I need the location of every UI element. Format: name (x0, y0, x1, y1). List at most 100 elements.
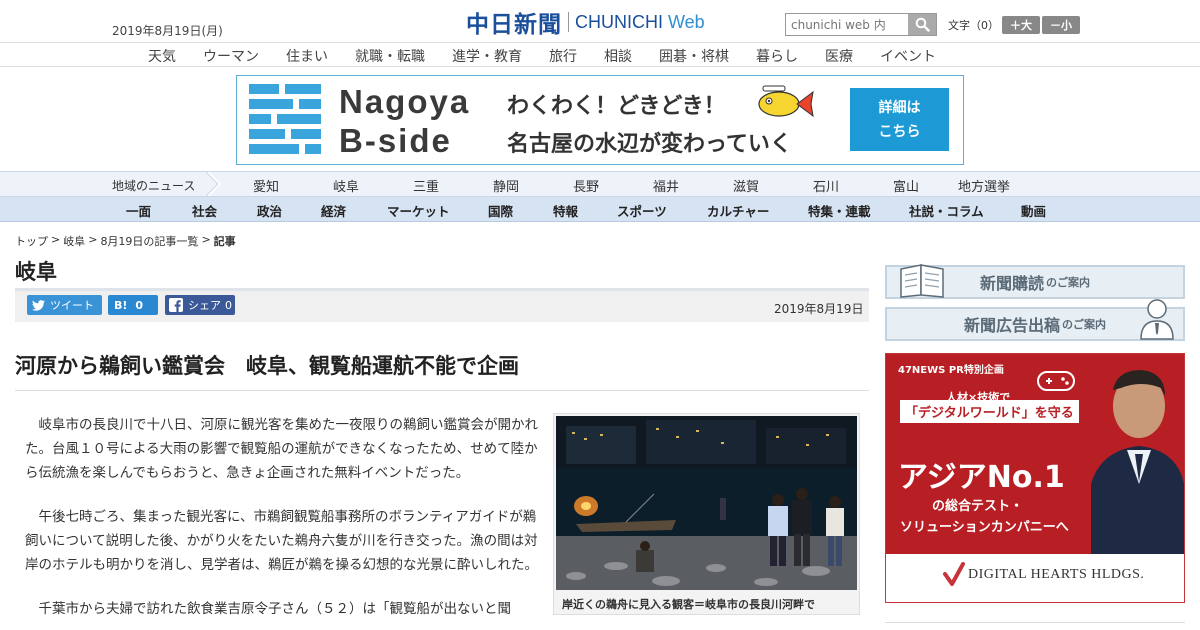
subscribe-sub-label: のご案内 (1046, 276, 1090, 289)
top-nav-item[interactable]: 旅行 (549, 46, 577, 66)
banner-cta-line2: こちら (878, 123, 921, 140)
facebook-icon (169, 298, 183, 312)
hatena-icon: B! (114, 298, 128, 312)
top-nav-list: 天気 ウーマン 住まい 就職・転職 進学・教育 旅行 相談 囲碁・将棋 暮らし 医療 イベント (148, 46, 963, 66)
logo-english: CHUNICHI (575, 11, 663, 32)
tweet-button[interactable]: ツイート (27, 295, 102, 315)
category-nav-item[interactable]: 政治 (257, 201, 282, 220)
breadcrumb-current: 記事 (213, 235, 236, 248)
ad-hero: 47NEWS PR特別企画 人材×技術で 「デジタルワールド」を守る アジアNo… (886, 354, 1184, 554)
region-nav-item[interactable]: 愛知 (253, 176, 279, 195)
article-headline: 河原から鵜飼い鑑賞会 岐阜、観覧船運航不能で企画 (15, 354, 519, 378)
category-nav-item[interactable]: 社会 (192, 201, 217, 220)
breadcrumb: トップ > 岐阜 > 8月19日の記事一覧 > 記事 (15, 233, 236, 249)
site-logo[interactable]: 中日新聞 CHUNICHI Web (466, 8, 705, 39)
hatena-count: 0 (135, 298, 144, 312)
category-nav-item[interactable]: 一面 (126, 201, 151, 220)
ad-line-4: の総合テスト・ (932, 499, 1024, 514)
ad-line-5: ソリューションカンパニーへ (900, 520, 1069, 535)
region-nav-item[interactable]: 石川 (813, 176, 839, 195)
category-nav-item[interactable]: カルチャー (707, 201, 769, 220)
breadcrumb-date-list[interactable]: 8月19日の記事一覧 (100, 233, 198, 249)
banner-logo-graphic (249, 84, 321, 154)
share-bar: ツイート B! 0 シェア 0 2019年8月19日 (15, 288, 869, 322)
category-nav-item[interactable]: 特報 (553, 201, 578, 220)
photo-caption: 岸近くの鵜舟に見入る観客＝岐阜市の長良川河畔で (562, 598, 815, 611)
ad-placement-sub-label: のご案内 (1062, 318, 1106, 331)
top-nav: 天気 ウーマン 住まい 就職・転職 進学・教育 旅行 相談 囲碁・将棋 暮らし 医療 イベント (0, 42, 1200, 67)
top-nav-item[interactable]: ウーマン (203, 46, 259, 66)
article-paragraph: 岐阜市の長良川で十八日、河原に観光客を集めた一夜限りの鵜飼い鑑賞会が開かれた。台… (25, 417, 538, 481)
search-input[interactable] (786, 14, 908, 35)
breadcrumb-separator: > (88, 233, 98, 246)
sidebar-divider (885, 622, 1185, 623)
cormorant-fishing-photo[interactable] (556, 416, 857, 590)
banner-cta-line1: 詳細は (878, 99, 921, 116)
article-body: 岐阜市の長良川で十八日、河原に観光客を集めた一夜限りの鵜飼い鑑賞会が開かれた。台… (25, 413, 545, 630)
banner-name-line1: Nagoya (339, 83, 471, 120)
headline-divider (15, 390, 869, 391)
logo-separator (568, 12, 569, 32)
category-nav-item[interactable]: 国際 (488, 201, 513, 220)
digital-hearts-logo-icon (943, 562, 965, 586)
newspaper-icon (900, 264, 944, 298)
category-nav-item[interactable]: スポーツ (617, 201, 667, 220)
region-nav-item[interactable]: 岐阜 (333, 176, 359, 195)
top-nav-item[interactable]: イベント (880, 46, 936, 66)
fish-mascot-icon (758, 85, 814, 118)
region-nav: 地域のニュース 愛知 岐阜 三重 静岡 長野 福井 滋賀 石川 富山 地方選挙 (0, 171, 1200, 197)
category-nav-item[interactable]: 特集・連載 (808, 201, 871, 220)
hatena-bookmark-button[interactable]: B! 0 (108, 295, 158, 315)
twitter-icon (32, 299, 45, 311)
article-paragraph: 千葉市から夫婦で訪れた飲食業吉原令子さん（５２）は「観覧船が出ないと聞 (38, 601, 512, 617)
breadcrumb-gifu[interactable]: 岐阜 (63, 233, 85, 249)
subscribe-button[interactable]: 新聞購読 のご案内 (885, 264, 1185, 299)
facebook-share-button[interactable]: シェア 0 (165, 295, 235, 315)
tweet-label: ツイート (50, 299, 94, 312)
region-nav-item[interactable]: 福井 (653, 176, 679, 195)
region-nav-item[interactable]: 地方選挙 (958, 176, 1010, 195)
article-photo: 岸近くの鵜舟に見入る観客＝岐阜市の長良川河畔で (553, 413, 860, 615)
top-nav-item[interactable]: 囲碁・将棋 (659, 46, 729, 66)
article-paragraph: 午後七時ごろ、集まった観光客に、市鵜飼観覧船事務所のボランティアガイドが鵜飼いに… (25, 509, 538, 573)
top-nav-item[interactable]: 医療 (825, 46, 853, 66)
top-nav-item[interactable]: 進学・教育 (452, 46, 522, 66)
region-nav-item[interactable]: 長野 (573, 176, 599, 195)
banner-details-button[interactable]: 詳細は こちら (850, 88, 949, 151)
gamepad-icon (1037, 371, 1075, 391)
banner-caption-2: 名古屋の水辺が変わっていく (507, 132, 792, 157)
breadcrumb-separator: > (51, 233, 61, 246)
article-date: 2019年8月19日 (774, 302, 864, 316)
region-nav-item[interactable]: 静岡 (493, 176, 519, 195)
ad-placement-button[interactable]: 新聞広告出稿 のご案内 (885, 299, 1185, 341)
top-nav-item[interactable]: 就職・転職 (355, 46, 425, 66)
ad-placement-label: 新聞広告出稿 (963, 316, 1060, 335)
digital-hearts-ad[interactable]: 47NEWS PR特別企画 人材×技術で 「デジタルワールド」を守る アジアNo… (885, 353, 1185, 603)
font-size-label: 文字（0） (948, 19, 999, 32)
category-nav-list: 一面 社会 政治 経済 マーケット 国際 特報 スポーツ カルチャー 特集・連載 社説・コラム 動画 (0, 201, 1200, 219)
facebook-share-count: 0 (225, 298, 232, 312)
top-nav-item[interactable]: 住まい (286, 46, 328, 66)
facebook-share-label: シェア (188, 299, 221, 312)
banner-name: Nagoya B-side (339, 82, 470, 160)
category-nav-item[interactable]: 経済 (321, 201, 346, 220)
top-nav-item[interactable]: 相談 (604, 46, 632, 66)
category-nav-item[interactable]: 動画 (1021, 201, 1046, 220)
nagoya-bside-banner[interactable]: Nagoya B-side わくわく！どきどき！ 名古屋の水辺が変わっていく 詳… (236, 75, 964, 165)
category-nav-item[interactable]: 社説・コラム (909, 201, 984, 220)
region-nav-list: 愛知 岐阜 三重 静岡 長野 福井 滋賀 石川 富山 地方選挙 (0, 176, 1200, 195)
font-smaller-button[interactable]: －小 (1042, 16, 1080, 34)
ad-person-photo (1091, 370, 1184, 554)
category-nav-item[interactable]: マーケット (387, 201, 450, 220)
search-icon (915, 17, 930, 32)
region-nav-item[interactable]: 三重 (413, 176, 439, 195)
person-icon (1140, 299, 1174, 340)
search-button[interactable] (908, 14, 936, 35)
region-nav-item[interactable]: 滋賀 (733, 176, 759, 195)
font-bigger-button[interactable]: ＋大 (1002, 16, 1040, 34)
breadcrumb-top[interactable]: トップ (15, 233, 48, 249)
region-nav-item[interactable]: 富山 (893, 176, 919, 195)
site-search (785, 13, 937, 36)
top-nav-item[interactable]: 天気 (148, 46, 176, 66)
top-nav-item[interactable]: 暮らし (756, 46, 798, 66)
